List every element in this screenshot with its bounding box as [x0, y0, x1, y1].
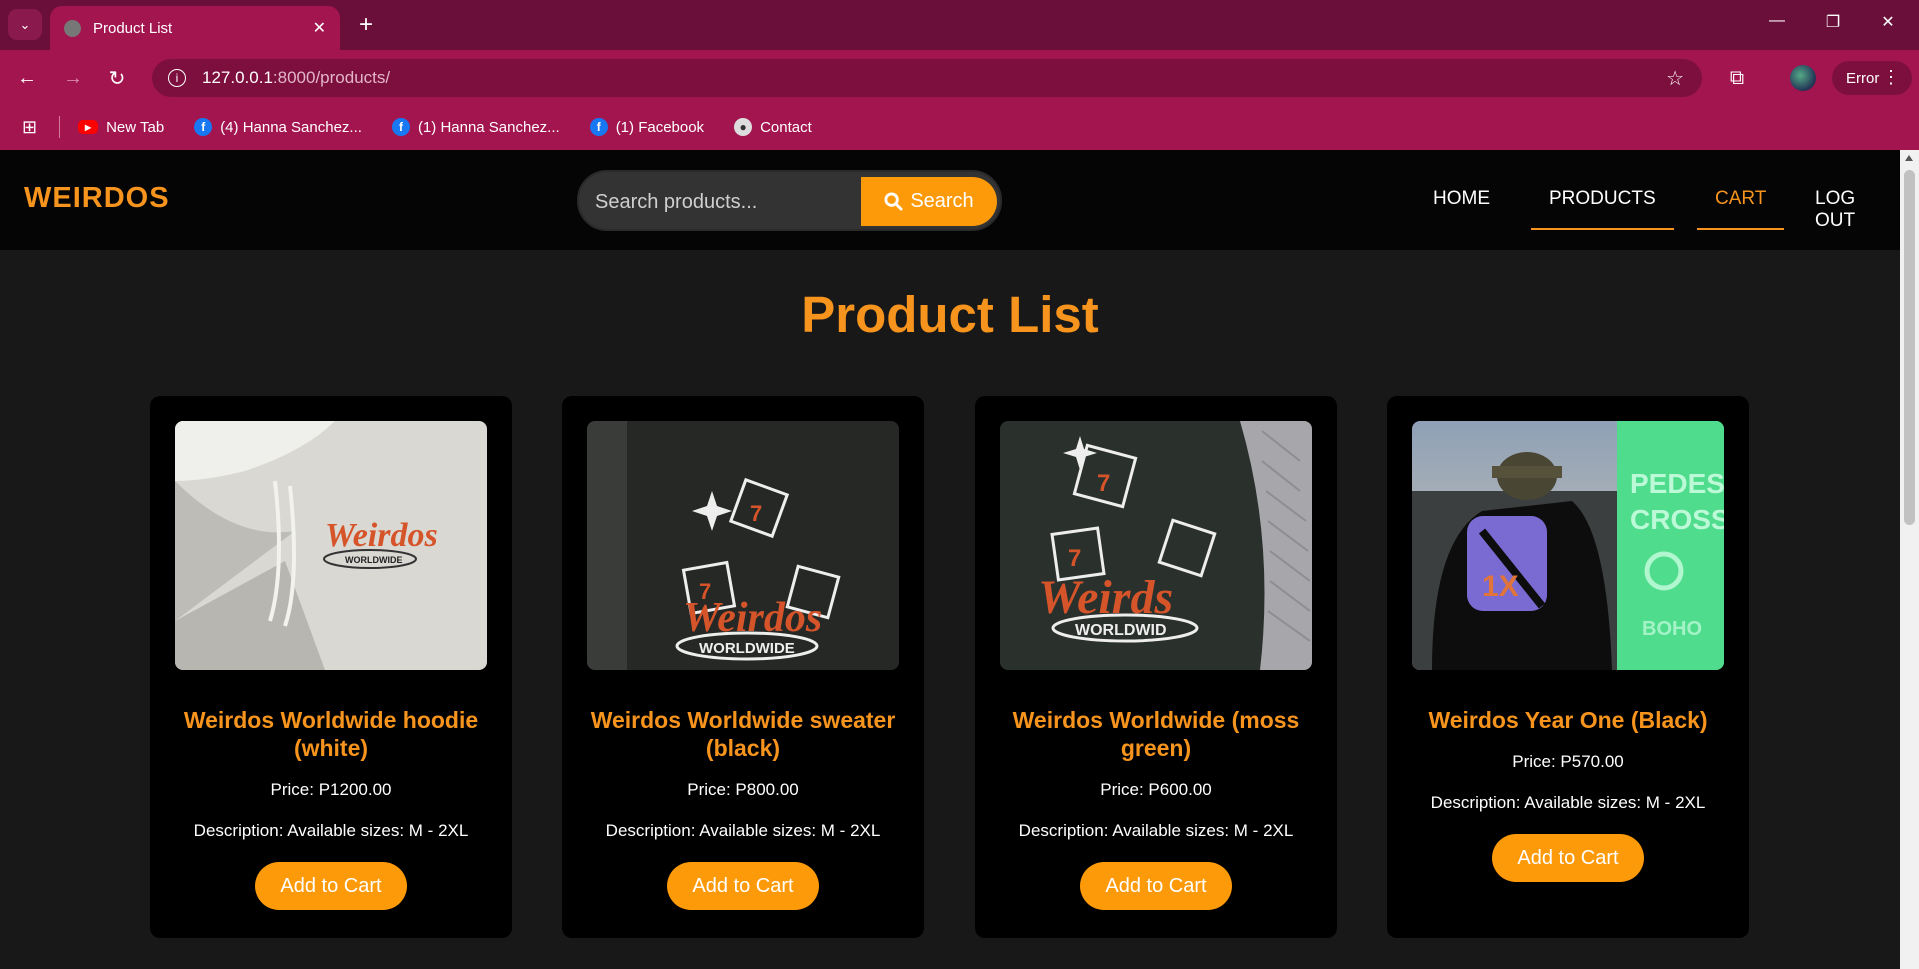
- svg-text:BOHO: BOHO: [1642, 618, 1702, 640]
- svg-text:WORLDWID: WORLDWID: [1075, 622, 1167, 639]
- url-path: :8000/products/: [272, 68, 391, 87]
- svg-text:CROSSIN: CROSSIN: [1630, 504, 1724, 535]
- browser-toolbar: ← → ↻ i 127.0.0.1:8000/products/ ☆ ⧉ Err…: [0, 50, 1919, 104]
- scrollbar-thumb[interactable]: [1904, 170, 1915, 525]
- product-image: PEDESTR CROSSIN BOHO 1X: [1412, 421, 1724, 670]
- product-description: Description: Available sizes: M - 2XL: [1430, 793, 1706, 812]
- site-info-icon[interactable]: i: [168, 69, 186, 87]
- address-bar[interactable]: i 127.0.0.1:8000/products/ ☆: [152, 59, 1702, 97]
- search-button[interactable]: Search: [861, 177, 997, 226]
- product-name: Weirdos Worldwide sweater (black): [590, 707, 896, 761]
- product-image: Weirdos WORLDWIDE: [175, 421, 487, 670]
- product-description: Description: Available sizes: M - 2XL: [605, 821, 881, 840]
- scroll-up-arrow-icon[interactable]: [1905, 155, 1913, 161]
- add-to-cart-button[interactable]: Add to Cart: [1080, 862, 1232, 910]
- bookmark-label: Contact: [760, 118, 812, 136]
- profile-error-label: Error: [1846, 69, 1880, 87]
- product-price: Price: P600.00: [1100, 780, 1212, 799]
- apps-grid-icon[interactable]: ⊞: [22, 117, 37, 138]
- nav-products[interactable]: PRODUCTS: [1531, 188, 1674, 230]
- product-card: 7 7 Weirds WORLDWID Weirdos Worldwide (m…: [975, 396, 1337, 938]
- facebook-icon: f: [391, 118, 410, 136]
- nav-logout[interactable]: LOG OUT: [1815, 188, 1900, 232]
- add-to-cart-button[interactable]: Add to Cart: [1492, 834, 1644, 882]
- bookmark-label: New Tab: [106, 118, 165, 136]
- add-to-cart-button[interactable]: Add to Cart: [667, 862, 819, 910]
- svg-text:1X: 1X: [1482, 570, 1519, 603]
- browser-tab-active[interactable]: Product List ✕: [50, 6, 340, 50]
- bookmark-label: (1) Facebook: [615, 118, 705, 136]
- facebook-icon: f: [589, 118, 608, 136]
- svg-text:7: 7: [750, 501, 762, 526]
- new-tab-button[interactable]: +: [352, 11, 380, 39]
- bookmarks-divider: [59, 116, 61, 138]
- add-to-cart-button[interactable]: Add to Cart: [255, 862, 407, 910]
- bookmark-contact[interactable]: ● Contact: [734, 118, 812, 136]
- tab-favicon-icon: [64, 19, 81, 37]
- close-window-icon[interactable]: ✕: [1873, 12, 1903, 32]
- search-button-label: Search: [910, 190, 974, 212]
- forward-arrow-icon[interactable]: →: [58, 63, 88, 93]
- nav-home[interactable]: HOME: [1433, 188, 1490, 210]
- search-icon: [884, 192, 903, 211]
- back-arrow-icon[interactable]: ←: [12, 63, 42, 93]
- tab-close-icon[interactable]: ✕: [313, 18, 326, 38]
- web-page: WEIRDOS Search HOME PRODUCTS CART LOG OU…: [0, 150, 1900, 969]
- bookmark-label: (4) Hanna Sanchez...: [220, 118, 362, 136]
- svg-text:Weirdos: Weirdos: [325, 517, 438, 554]
- svg-text:WORLDWIDE: WORLDWIDE: [699, 640, 795, 657]
- svg-text:7: 7: [1068, 545, 1081, 572]
- product-card: 7 7 Weirdos WORLDWIDE Weirdos Worldwide …: [562, 396, 924, 938]
- more-menu-icon[interactable]: ⋮: [1882, 67, 1900, 88]
- product-name: Weirdos Worldwide (moss green): [1012, 707, 1300, 761]
- bookmark-new-tab[interactable]: ▶ New Tab: [78, 119, 164, 136]
- globe-icon: ●: [734, 118, 753, 136]
- product-description: Description: Available sizes: M - 2XL: [193, 821, 469, 840]
- bookmark-facebook[interactable]: f (1) Facebook: [589, 118, 705, 136]
- svg-text:WORLDWIDE: WORLDWIDE: [345, 555, 403, 565]
- product-description: Description: Available sizes: M - 2XL: [1018, 821, 1294, 840]
- bookmark-star-icon[interactable]: ☆: [1666, 66, 1684, 91]
- page-title: Product List: [801, 286, 1099, 343]
- facebook-icon: f: [194, 118, 213, 136]
- product-price: Price: P800.00: [687, 780, 799, 799]
- site-header: WEIRDOS Search HOME PRODUCTS CART LOG OU…: [0, 150, 1900, 250]
- browser-tabstrip: ⌄ Product List ✕ + — ❐ ✕: [0, 0, 1919, 50]
- svg-text:PEDESTR: PEDESTR: [1630, 468, 1724, 499]
- product-image: 7 7 Weirds WORLDWID: [1000, 421, 1312, 670]
- minimize-icon[interactable]: —: [1762, 12, 1792, 30]
- product-price: Price: P1200.00: [270, 780, 392, 799]
- product-name: Weirdos Year One (Black): [1428, 707, 1708, 733]
- nav-cart[interactable]: CART: [1697, 188, 1785, 230]
- product-price: Price: P570.00: [1512, 752, 1624, 771]
- bookmark-label: (1) Hanna Sanchez...: [417, 118, 560, 136]
- restore-icon[interactable]: ❐: [1818, 12, 1848, 32]
- youtube-icon: ▶: [78, 120, 99, 134]
- search-form: Search: [577, 170, 1002, 231]
- product-card: Weirdos WORLDWIDE Weirdos Worldwide hood…: [150, 396, 512, 938]
- site-logo[interactable]: WEIRDOS: [24, 182, 170, 215]
- product-image: 7 7 Weirdos WORLDWIDE: [587, 421, 899, 670]
- profile-avatar[interactable]: [1790, 65, 1816, 91]
- product-name: Weirdos Worldwide hoodie (white): [183, 707, 479, 761]
- profile-error-button[interactable]: Error ⋮: [1832, 61, 1912, 95]
- product-card: PEDESTR CROSSIN BOHO 1X Weirdos Year One…: [1387, 396, 1749, 938]
- url-host: 127.0.0.1: [202, 68, 273, 87]
- extensions-puzzle-icon[interactable]: ⧉: [1722, 63, 1752, 93]
- svg-text:7: 7: [1097, 470, 1110, 497]
- reload-icon[interactable]: ↻: [102, 63, 132, 93]
- bookmark-hanna-sanchez-1[interactable]: f (1) Hanna Sanchez...: [391, 118, 560, 136]
- page-scrollbar[interactable]: [1900, 150, 1919, 969]
- tab-search-menu-button[interactable]: ⌄: [8, 9, 42, 40]
- search-input[interactable]: [595, 182, 855, 222]
- bookmark-hanna-sanchez-4[interactable]: f (4) Hanna Sanchez...: [194, 118, 362, 136]
- tab-title: Product List: [93, 19, 173, 37]
- bookmarks-bar: ⊞ ▶ New Tab f (4) Hanna Sanchez... f (1) Ha…: [0, 104, 1919, 150]
